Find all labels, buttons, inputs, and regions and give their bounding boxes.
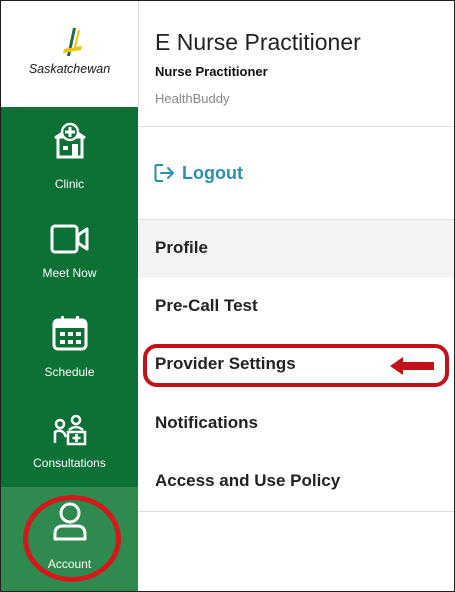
sidebar: Saskatchewan Clinic Meet Now Schedule Co…	[1, 1, 139, 591]
sidebar-item-account[interactable]: Account	[1, 487, 138, 591]
sidebar-item-label: Meet Now	[42, 266, 97, 280]
logo: Saskatchewan	[1, 1, 139, 107]
page-title: E Nurse Practitioner	[155, 29, 361, 55]
sidebar-item-label: Clinic	[54, 177, 85, 191]
sidebar-item-schedule[interactable]: Schedule	[1, 293, 138, 389]
wheat-logo-icon	[63, 28, 82, 56]
sidebar-item-consultations[interactable]: Consultations	[1, 389, 138, 485]
menu-item-access-and-use-policy[interactable]: Access and Use Policy	[138, 453, 454, 511]
sidebar-item-label: Consultations	[33, 456, 106, 470]
calendar-icon	[52, 316, 87, 351]
sidebar-item-meet-now[interactable]: Meet Now	[1, 197, 138, 293]
clinic-icon	[53, 122, 86, 159]
menu-item-pre-call-test[interactable]: Pre-Call Test	[138, 278, 454, 336]
annotation-circle	[23, 495, 121, 582]
menu-item-label: Notifications	[155, 413, 258, 432]
main-panel: E Nurse Practitioner Nurse Practitioner …	[138, 1, 454, 591]
logout-label: Logout	[182, 162, 243, 183]
logo-wordmark: Saskatchewan	[28, 62, 111, 76]
sidebar-item-label: Schedule	[44, 365, 95, 379]
app-window: Saskatchewan Clinic Meet Now Schedule Co…	[0, 0, 455, 592]
menu-item-provider-settings[interactable]: Provider Settings	[138, 336, 454, 394]
sidebar-item-clinic[interactable]: Clinic	[1, 107, 138, 197]
menu-item-label: Access and Use Policy	[155, 471, 341, 490]
video-camera-icon	[50, 224, 88, 254]
logout-icon	[154, 164, 174, 182]
user-role: Nurse Practitioner	[155, 64, 268, 79]
menu-item-label: Profile	[155, 238, 208, 257]
annotation-arrow-icon	[390, 357, 434, 375]
menu-item-notifications[interactable]: Notifications	[138, 395, 454, 453]
menu-item-profile[interactable]: Profile	[138, 220, 454, 278]
organization-name: HealthBuddy	[155, 91, 230, 106]
divider	[138, 511, 454, 512]
menu-item-label: Pre-Call Test	[155, 296, 258, 315]
logout-button[interactable]: Logout	[154, 160, 243, 186]
consultation-icon	[53, 415, 86, 446]
profile-header: E Nurse Practitioner Nurse Practitioner …	[138, 1, 454, 127]
